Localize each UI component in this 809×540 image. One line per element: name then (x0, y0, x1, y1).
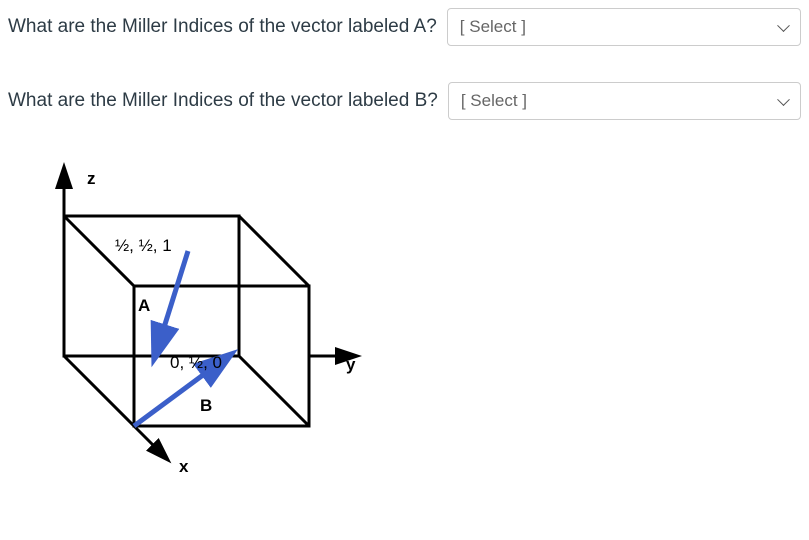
cube-figure: z y x ½, ½, 1 A 0, ½, 0 B (30, 156, 801, 532)
vector-a-label: A (138, 296, 150, 315)
question-a-select[interactable]: [ Select ] (447, 8, 801, 46)
mid-point-label: 0, ½, 0 (170, 353, 222, 372)
question-a-text: What are the Miller Indices of the vecto… (8, 16, 437, 38)
question-a-select-value: [ Select ] (460, 17, 526, 37)
top-point-label: ½, ½, 1 (115, 236, 172, 255)
question-b-select-value: [ Select ] (461, 91, 527, 111)
z-axis-label: z (87, 169, 96, 188)
question-b-text: What are the Miller Indices of the vecto… (8, 90, 438, 112)
question-b-row: What are the Miller Indices of the vecto… (8, 82, 801, 120)
y-axis-label: y (346, 355, 356, 374)
vector-a (156, 251, 188, 353)
cube-edge-br (239, 356, 309, 426)
cube-edge-bl (64, 356, 134, 426)
vector-b-label: B (200, 396, 212, 415)
x-axis (134, 426, 165, 457)
x-axis-label: x (179, 457, 189, 476)
question-a-row: What are the Miller Indices of the vecto… (8, 8, 801, 46)
cube-edge-tr (239, 216, 309, 286)
question-b-select[interactable]: [ Select ] (448, 82, 801, 120)
cube-svg: z y x ½, ½, 1 A 0, ½, 0 B (30, 156, 370, 526)
